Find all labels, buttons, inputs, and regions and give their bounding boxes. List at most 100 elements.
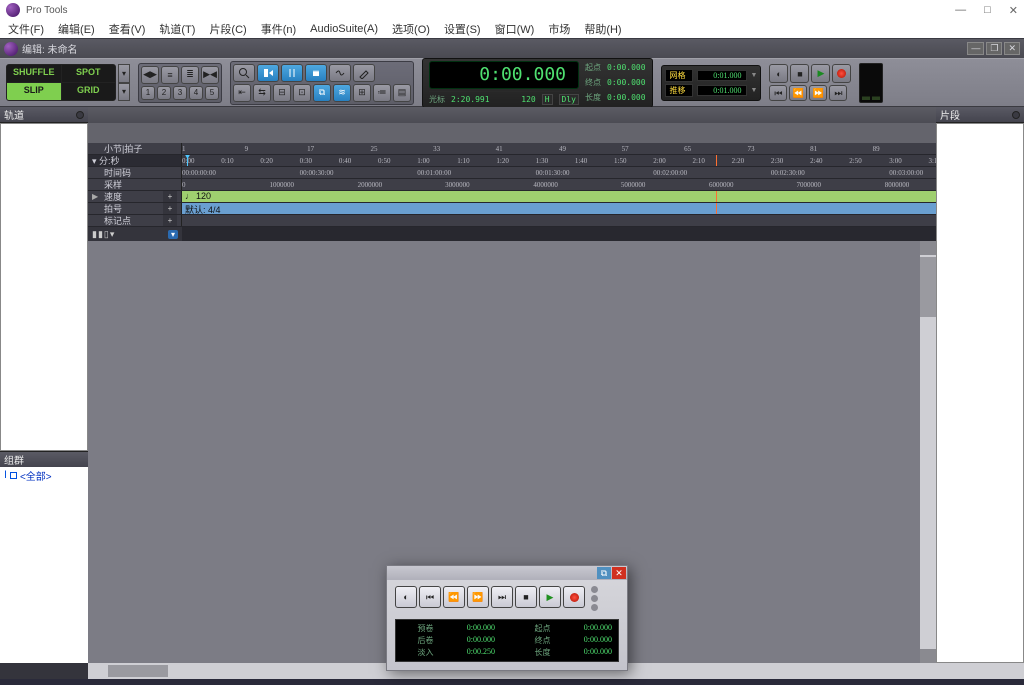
selector-tool-button[interactable] [281,64,303,82]
cursor-value[interactable]: 2:20.991 [451,95,490,104]
marker-add-button[interactable]: + [163,215,177,226]
tempo-expand-icon[interactable]: ▶ [92,192,100,201]
track-view-menu-icon[interactable]: ▮▮▯▾ [92,229,115,240]
minimize-button[interactable]: — [955,4,966,17]
menu-window[interactable]: 窗口(W) [495,21,535,37]
menu-file[interactable]: 文件(F) [8,21,44,37]
grid-dropdown-icon[interactable]: ▼ [751,72,758,79]
sel-end-value[interactable]: 0:00.000 [607,78,646,87]
menu-help[interactable]: 帮助(H) [584,21,621,37]
group-enable-checkbox[interactable] [10,472,17,479]
online-button[interactable]: ◐ [769,64,788,83]
ft-online-button[interactable]: ◐ [395,586,417,608]
automation-follows-button[interactable]: ⊞ [353,84,371,102]
zoom-vert-wave-button[interactable]: ≡ [161,66,179,84]
sel-len-value[interactable]: 0:00.000 [607,93,646,102]
clips-list[interactable] [936,123,1024,663]
tab-to-transient-button[interactable]: ⇤ [233,84,251,102]
universe-strip[interactable] [88,107,936,123]
sel-start-value[interactable]: 0:00.000 [607,63,646,72]
tempo-value[interactable]: 120 [185,191,211,201]
ft-fade-value[interactable]: 0:00.250 [440,647,496,658]
record-button[interactable] [832,64,851,83]
zoom-preset-5-button[interactable]: 5 [205,86,219,100]
scrub-tool-button[interactable] [329,64,351,82]
badge-dly[interactable]: Dly [559,94,579,105]
doc-restore-button[interactable]: ❐ [986,42,1002,55]
transport-close-button[interactable]: ✕ [612,567,626,579]
close-button[interactable]: ✕ [1009,4,1018,17]
mode-grid-button[interactable]: GRID [62,83,116,100]
ruler-time[interactable]: ▾ 分:秒 0:000:100:200:300:400:501:001:101:… [88,155,936,167]
main-counter-display[interactable]: 0:00.000 [429,61,579,89]
meter-add-button[interactable]: + [163,203,177,214]
mode-option-b-button[interactable]: ▾ [118,83,130,102]
clips-menu-icon[interactable] [1012,111,1020,119]
misc-edit-b-button[interactable]: ▤ [393,84,411,102]
ft-length-value[interactable]: 0:00.000 [557,647,613,658]
tempo-add-button[interactable]: + [163,191,177,202]
mirrored-midi-button[interactable]: ⧉ [313,84,331,102]
ruler-markers[interactable]: 标记点+ [88,215,936,227]
trim-tool-button[interactable] [257,64,279,82]
link-edit-play-button[interactable]: ⇆ [253,84,271,102]
maximize-button[interactable]: □ [984,4,991,17]
menu-event[interactable]: 事件(n) [261,21,296,37]
nudge-dropdown-icon[interactable]: ▼ [751,87,758,94]
stop-button[interactable]: ■ [790,64,809,83]
menu-clip[interactable]: 片段(C) [209,21,246,37]
zoomer-tool-button[interactable] [233,64,255,82]
grabber-tool-button[interactable] [305,64,327,82]
badge-h[interactable]: H [542,94,553,105]
menu-view[interactable]: 查看(V) [109,21,146,37]
ruler-timecode[interactable]: 时间码 00:00:00:0000:00:30:0000:01:00:0000:… [88,167,936,179]
zoom-preset-4-button[interactable]: 4 [189,86,203,100]
mode-spot-button[interactable]: SPOT [62,65,116,82]
scroll-thumb[interactable] [920,257,936,317]
ft-end-value[interactable]: 0:00.000 [557,635,613,646]
universe-view[interactable] [88,123,936,143]
menu-market[interactable]: 市场 [548,21,570,37]
forward-button[interactable]: ⏩ [809,85,827,101]
nudge-value[interactable]: 0:01.000 [697,85,747,96]
pencil-tool-button[interactable] [353,64,375,82]
ft-record-button[interactable] [563,586,585,608]
menu-track[interactable]: 轨道(T) [159,21,195,37]
zoom-preset-1-button[interactable]: 1 [141,86,155,100]
zoom-in-horiz-button[interactable]: ▶◀ [201,66,219,84]
transport-titlebar[interactable]: ⧉ ✕ [387,566,627,580]
mode-slip-button[interactable]: SLIP [7,83,61,100]
goto-end-button[interactable]: ⏭ [829,85,847,101]
ft-goto-end-button[interactable]: ⏭ [491,586,513,608]
zoom-preset-3-button[interactable]: 3 [173,86,187,100]
ft-rtz-button[interactable]: ⏮ [419,586,441,608]
vertical-scrollbar[interactable] [920,241,936,663]
ruler-meter[interactable]: 拍号+ 默认: 4/4 [88,203,936,215]
mode-shuffle-button[interactable]: SHUFFLE [7,65,61,82]
mode-option-a-button[interactable]: ▾ [118,64,130,83]
doc-minimize-button[interactable]: — [967,42,984,55]
ft-preroll-value[interactable]: 0:00.000 [440,623,496,634]
tracks-menu-icon[interactable] [76,111,84,119]
transport-window[interactable]: ⧉ ✕ ◐ ⏮ ⏪ ⏩ ⏭ ■ ▶ 预卷 0:00.000 起点 0:00.00… [386,565,628,671]
scroll-up-icon[interactable] [920,241,936,255]
rtz-button[interactable]: ⏮ [769,85,787,101]
ft-rewind-button[interactable]: ⏪ [443,586,465,608]
grid-value[interactable]: 0:01.000 [697,70,747,81]
ruler-samples[interactable]: 采样 0100000020000003000000400000050000006… [88,179,936,191]
group-all-item[interactable]: Ⅰ <全部> [4,468,84,483]
track-height-icon[interactable]: ▾ [168,230,178,239]
scroll-down-icon[interactable] [920,649,936,663]
ft-play-button[interactable]: ▶ [539,586,561,608]
ruler-bars[interactable]: 小节|拍子 191725334149576573818997 [88,143,936,155]
menu-options[interactable]: 选项(O) [392,21,430,37]
ft-option-dots[interactable] [591,586,598,611]
link-track-edit-button[interactable]: ⊟ [273,84,291,102]
tempo-value[interactable]: 120 [521,95,535,104]
groups-list[interactable]: Ⅰ <全部> [0,467,88,663]
play-button[interactable]: ▶ [811,64,830,83]
insertion-follows-button[interactable]: ⊡ [293,84,311,102]
ft-start-value[interactable]: 0:00.000 [557,623,613,634]
playhead-icon[interactable] [187,155,188,166]
ruler-tempo[interactable]: ▶速度+ 120 [88,191,936,203]
